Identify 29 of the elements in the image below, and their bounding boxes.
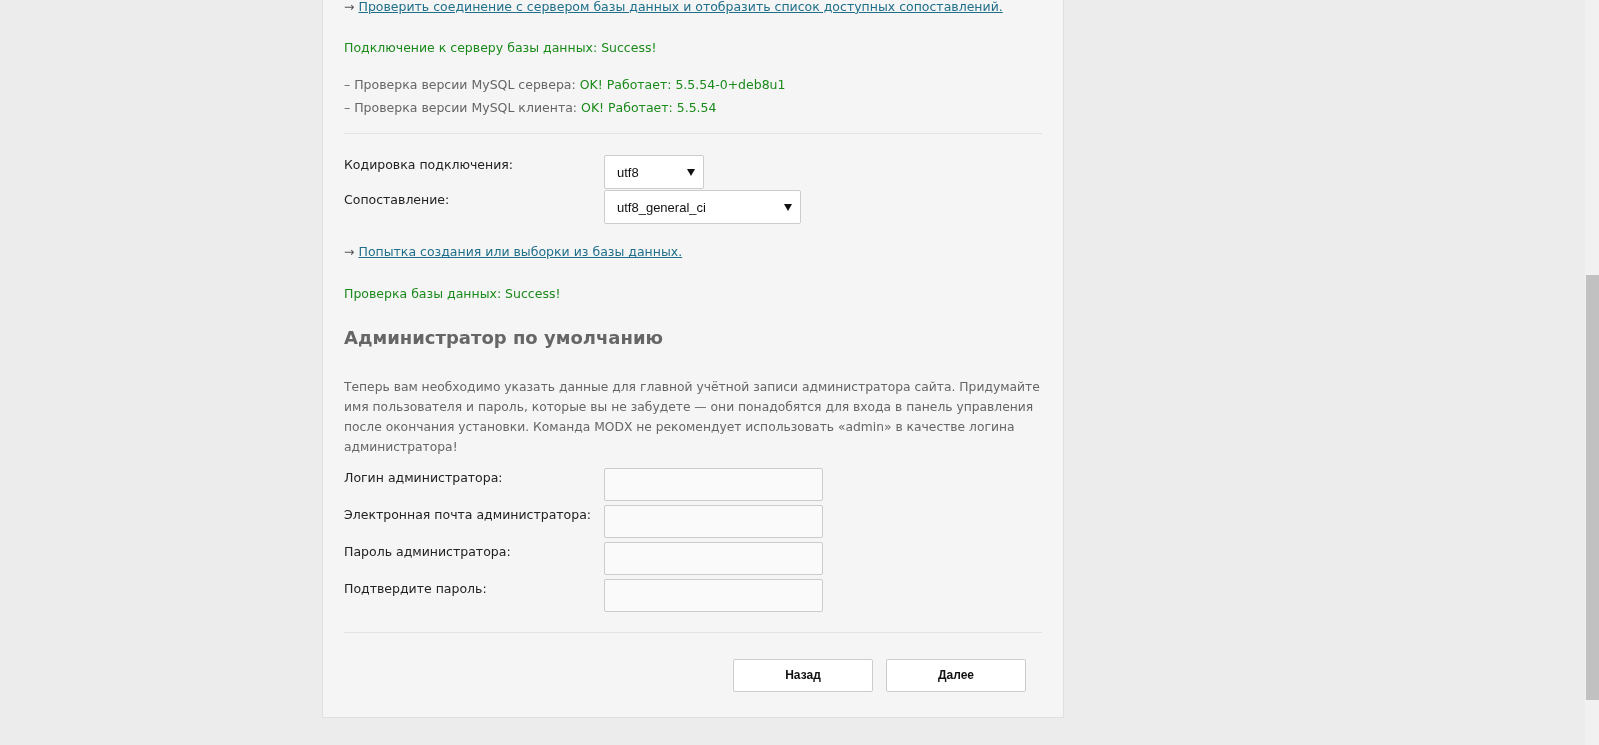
connection-status: Подключение к серверу базы данных: Success! [344,39,658,57]
version-check-label: – Проверка версии MySQL клиента: [344,98,578,117]
select-dropdown[interactable]: utf8 [604,155,704,190]
arrow-text: → [344,243,355,262]
field-label: Кодировка подключения: [344,156,515,175]
section-heading: Администратор по умолчанию [344,325,665,350]
database-status: Проверка базы данных: Success! [344,285,562,303]
intro-paragraph: Теперь вам необходимо указать данные для главной учётной записи администратора сайта. Придумайте имя пользователя и пароль, которые вы не забудете — они понадобятся для входа в панель управления после окончания установки. Команда MODX не рекомендует использовать «admin» в качестве логина администратора! [344,378,1041,456]
field-label: Логин администратора: [344,468,504,487]
check-connection-link[interactable]: Проверить соединение с сервером базы данных и отобразить список доступных сопоставлений. [358,0,1003,17]
text-input-field[interactable] [604,541,823,575]
version-check-result: OK! Работает: 5.5.54-0+deb8u1 [579,75,786,94]
text-input-field[interactable] [604,504,823,538]
scrollbar-thumb[interactable] [1585,275,1599,700]
version-check-result: OK! Работает: 5.5.54 [581,98,717,117]
field-label: Подтвердите пароль: [344,579,488,598]
version-check-label: – Проверка версии MySQL сервера: [344,75,576,94]
field-label: Пароль администратора: [344,542,512,561]
text-input-field[interactable] [604,467,823,501]
dropdown-caret-icon [784,203,792,211]
field-label: Электронная почта администратора: [344,505,593,524]
field-label: Сопоставление: [344,191,451,210]
nav-button[interactable]: Назад [733,658,873,692]
create-database-link[interactable]: Попытка создания или выборки из базы данных. [358,243,683,262]
arrow-text: → [344,0,355,16]
select-dropdown[interactable]: utf8_general_ci [604,190,801,225]
dropdown-caret-icon [687,168,695,176]
nav-button[interactable]: Далее [886,658,1026,692]
text-input-field[interactable] [604,578,823,612]
